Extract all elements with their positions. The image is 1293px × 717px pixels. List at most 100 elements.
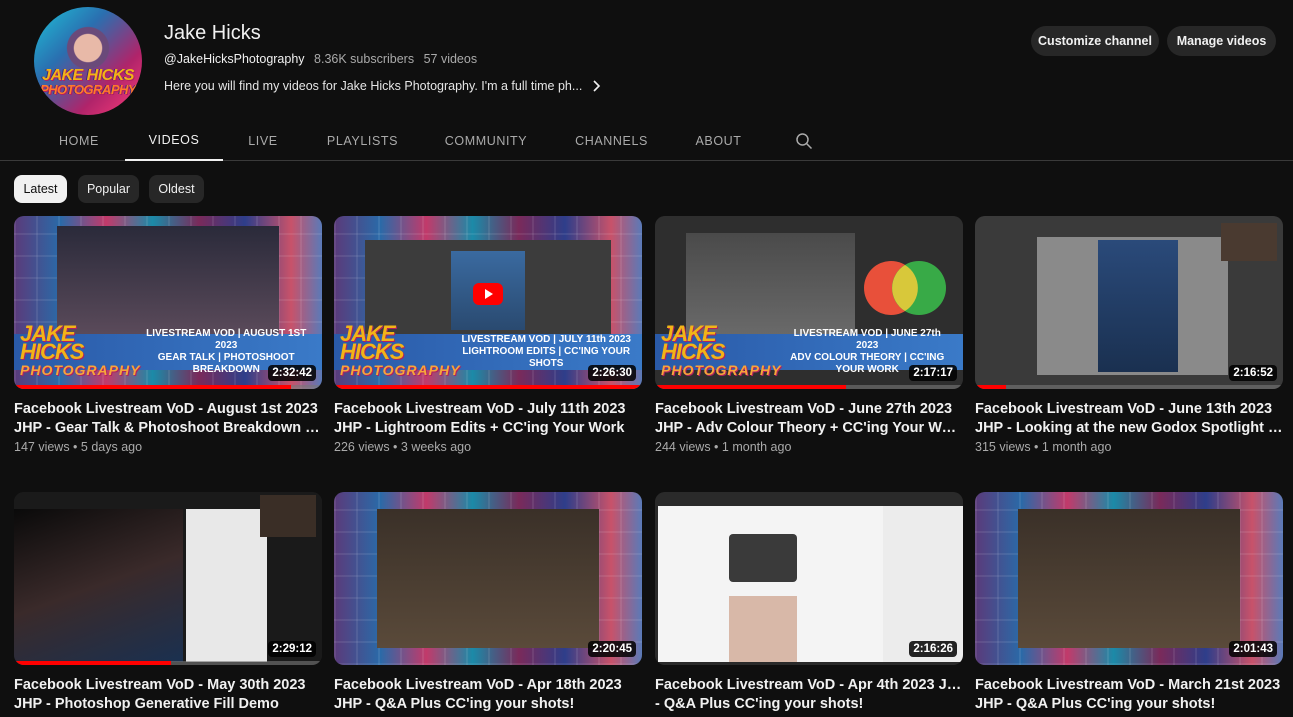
colour-circles-graphic xyxy=(864,260,947,315)
channel-description-text: Here you will find my videos for Jake Hi… xyxy=(164,79,583,93)
search-icon[interactable] xyxy=(795,132,813,150)
thumbnail-logo-subtext: PHOTOGRAPHY xyxy=(340,361,461,378)
thumbnail-logo: JAKE HICKS PHOTOGRAPHY xyxy=(20,322,141,379)
video-title-line-2[interactable]: JHP - Q&A Plus CC'ing your shots! xyxy=(334,695,642,714)
watch-progress-bar xyxy=(14,385,292,389)
video-card[interactable]: 2:01:43 Facebook Livestream VoD - March … xyxy=(975,492,1283,714)
channel-meta: @JakeHicksPhotography 8.36K subscribers … xyxy=(164,52,483,66)
video-thumbnail[interactable]: 2:01:43 xyxy=(975,492,1283,665)
video-title-line-2[interactable]: - Q&A Plus CC'ing your shots! xyxy=(655,695,963,714)
thumbnail-scene xyxy=(57,226,279,334)
video-title[interactable]: Facebook Livestream VoD - June 13th 2023 xyxy=(975,400,1283,419)
channel-name: Jake Hicks xyxy=(164,22,261,44)
video-stats: 315 views • 1 month ago xyxy=(975,440,1112,454)
thumbnail-webcam xyxy=(260,495,316,537)
video-duration: 2:26:30 xyxy=(588,365,636,381)
video-thumbnail[interactable]: JAKE HICKS PHOTOGRAPHY LIVESTREAM VOD | A… xyxy=(14,216,322,389)
video-thumbnail[interactable]: 2:16:52 xyxy=(975,216,1283,389)
video-stats: 147 views • 5 days ago xyxy=(14,440,143,454)
thumbnail-logo-text: JAKE HICKS xyxy=(661,320,725,364)
video-card[interactable]: 2:16:52 Facebook Livestream VoD - June 1… xyxy=(975,216,1283,454)
channel-handle: @JakeHicksPhotography xyxy=(164,52,305,66)
avatar-logo-subtext: PHOTOGRAPHY xyxy=(39,82,137,97)
video-title[interactable]: Facebook Livestream VoD - March 21st 202… xyxy=(975,676,1283,695)
video-title[interactable]: Facebook Livestream VoD - May 30th 2023 xyxy=(14,676,322,695)
thumbnail-logo-text: JAKE HICKS xyxy=(20,320,84,364)
video-title-line-2[interactable]: JHP - Q&A Plus CC'ing your shots! xyxy=(975,695,1283,714)
video-thumbnail[interactable]: 2:16:26 xyxy=(655,492,963,665)
youtube-channel-page: JAKE HICKS PHOTOGRAPHY Jake Hicks @JakeH… xyxy=(0,0,1293,717)
banner-line-1: LIVESTREAM VOD | JULY 11th 2023 xyxy=(461,333,631,345)
thumbnail-lens-photo xyxy=(728,533,797,582)
customize-channel-button[interactable]: Customize channel xyxy=(1031,26,1159,56)
play-icon[interactable] xyxy=(473,282,503,305)
filter-oldest[interactable]: Oldest xyxy=(149,175,204,203)
video-title[interactable]: Facebook Livestream VoD - Apr 4th 2023 J… xyxy=(655,676,963,695)
video-card[interactable]: 2:29:12 Facebook Livestream VoD - May 30… xyxy=(14,492,322,714)
video-title-line-2[interactable]: JHP - Lightroom Edits + CC'ing Your Work xyxy=(334,419,642,438)
tab-videos[interactable]: VIDEOS xyxy=(125,121,223,161)
thumbnail-logo-text: JAKE HICKS xyxy=(340,320,404,364)
thumbnail-webcam xyxy=(1221,222,1277,261)
filter-latest[interactable]: Latest xyxy=(14,175,67,203)
video-title[interactable]: Facebook Livestream VoD - July 11th 2023 xyxy=(334,400,642,419)
watch-progress-track xyxy=(975,385,1283,389)
watch-progress-bar xyxy=(975,385,1006,389)
thumbnail-logo-subtext: PHOTOGRAPHY xyxy=(20,361,141,378)
video-title[interactable]: Facebook Livestream VoD - June 27th 2023 xyxy=(655,400,963,419)
watch-progress-bar xyxy=(14,661,172,665)
video-duration: 2:20:45 xyxy=(588,641,636,657)
video-title-line-2[interactable]: JHP - Photoshop Generative Fill Demo xyxy=(14,695,322,714)
tab-home[interactable]: HOME xyxy=(54,121,104,161)
video-thumbnail[interactable]: 2:29:12 xyxy=(14,492,322,665)
tab-about[interactable]: ABOUT xyxy=(692,121,745,161)
video-title[interactable]: Facebook Livestream VoD - Apr 18th 2023 xyxy=(334,676,642,695)
video-title-line-2[interactable]: JHP - Adv Colour Theory + CC'ing Your Wo… xyxy=(655,419,963,438)
video-card[interactable]: 2:20:45 Facebook Livestream VoD - Apr 18… xyxy=(334,492,642,714)
video-duration: 2:29:12 xyxy=(268,641,316,657)
subscriber-count: 8.36K subscribers xyxy=(314,52,415,66)
avatar-logo: JAKE HICKS PHOTOGRAPHY xyxy=(38,68,138,97)
channel-avatar[interactable]: JAKE HICKS PHOTOGRAPHY xyxy=(34,7,142,115)
channel-description[interactable]: Here you will find my videos for Jake Hi… xyxy=(164,79,602,93)
thumbnail-logo: JAKE HICKS PHOTOGRAPHY xyxy=(661,322,782,379)
video-stats: 226 views • 3 weeks ago xyxy=(334,440,472,454)
watch-progress-bar xyxy=(334,385,642,389)
video-card[interactable]: 2:16:26 Facebook Livestream VoD - Apr 4t… xyxy=(655,492,963,714)
thumbnail-logo-subtext: PHOTOGRAPHY xyxy=(661,361,782,378)
chevron-right-icon xyxy=(593,80,601,92)
video-card[interactable]: JAKE HICKS PHOTOGRAPHY LIVESTREAM VOD | J… xyxy=(655,216,963,454)
video-count: 57 videos xyxy=(423,52,478,66)
tab-community[interactable]: COMMUNITY xyxy=(443,121,529,161)
video-card[interactable]: JAKE HICKS PHOTOGRAPHY LIVESTREAM VOD | J… xyxy=(334,216,642,454)
video-duration: 2:16:52 xyxy=(1229,365,1277,381)
thumbnail-photo xyxy=(14,509,184,662)
video-duration: 2:17:17 xyxy=(909,365,957,381)
filter-popular[interactable]: Popular xyxy=(78,175,139,203)
thumbnail-logo: JAKE HICKS PHOTOGRAPHY xyxy=(340,322,461,379)
video-thumbnail[interactable]: JAKE HICKS PHOTOGRAPHY LIVESTREAM VOD | J… xyxy=(334,216,642,389)
video-duration: 2:32:42 xyxy=(268,365,316,381)
thumbnail-chat xyxy=(186,509,267,662)
thumbnail-portrait-photo xyxy=(728,595,797,662)
thumbnail-webcam xyxy=(1018,509,1240,648)
tab-channels[interactable]: CHANNELS xyxy=(573,121,650,161)
tab-live[interactable]: LIVE xyxy=(243,121,283,161)
video-title[interactable]: Facebook Livestream VoD - August 1st 202… xyxy=(14,400,322,419)
video-thumbnail[interactable]: JAKE HICKS PHOTOGRAPHY LIVESTREAM VOD | J… xyxy=(655,216,963,389)
video-thumbnail[interactable]: 2:20:45 xyxy=(334,492,642,665)
video-duration: 2:01:43 xyxy=(1229,641,1277,657)
video-title-line-2[interactable]: JHP - Gear Talk & Photoshoot Breakdown +… xyxy=(14,419,322,438)
video-card[interactable]: JAKE HICKS PHOTOGRAPHY LIVESTREAM VOD | A… xyxy=(14,216,322,454)
banner-line-1: LIVESTREAM VOD | JUNE 27th 2023 xyxy=(793,327,941,351)
video-stats: 244 views • 1 month ago xyxy=(655,440,792,454)
thumbnail-chat xyxy=(882,505,963,662)
banner-line-1: LIVESTREAM VOD | AUGUST 1ST 2023 xyxy=(146,327,307,351)
video-title-line-2[interactable]: JHP - Looking at the new Godox Spotlight… xyxy=(975,419,1283,438)
channel-tabs: HOME VIDEOS LIVE PLAYLISTS COMMUNITY CHA… xyxy=(0,121,1293,161)
watch-progress-bar xyxy=(655,385,846,389)
tab-playlists[interactable]: PLAYLISTS xyxy=(325,121,400,161)
video-duration: 2:16:26 xyxy=(909,641,957,657)
manage-videos-button[interactable]: Manage videos xyxy=(1167,26,1276,56)
thumbnail-photo xyxy=(1098,240,1179,372)
